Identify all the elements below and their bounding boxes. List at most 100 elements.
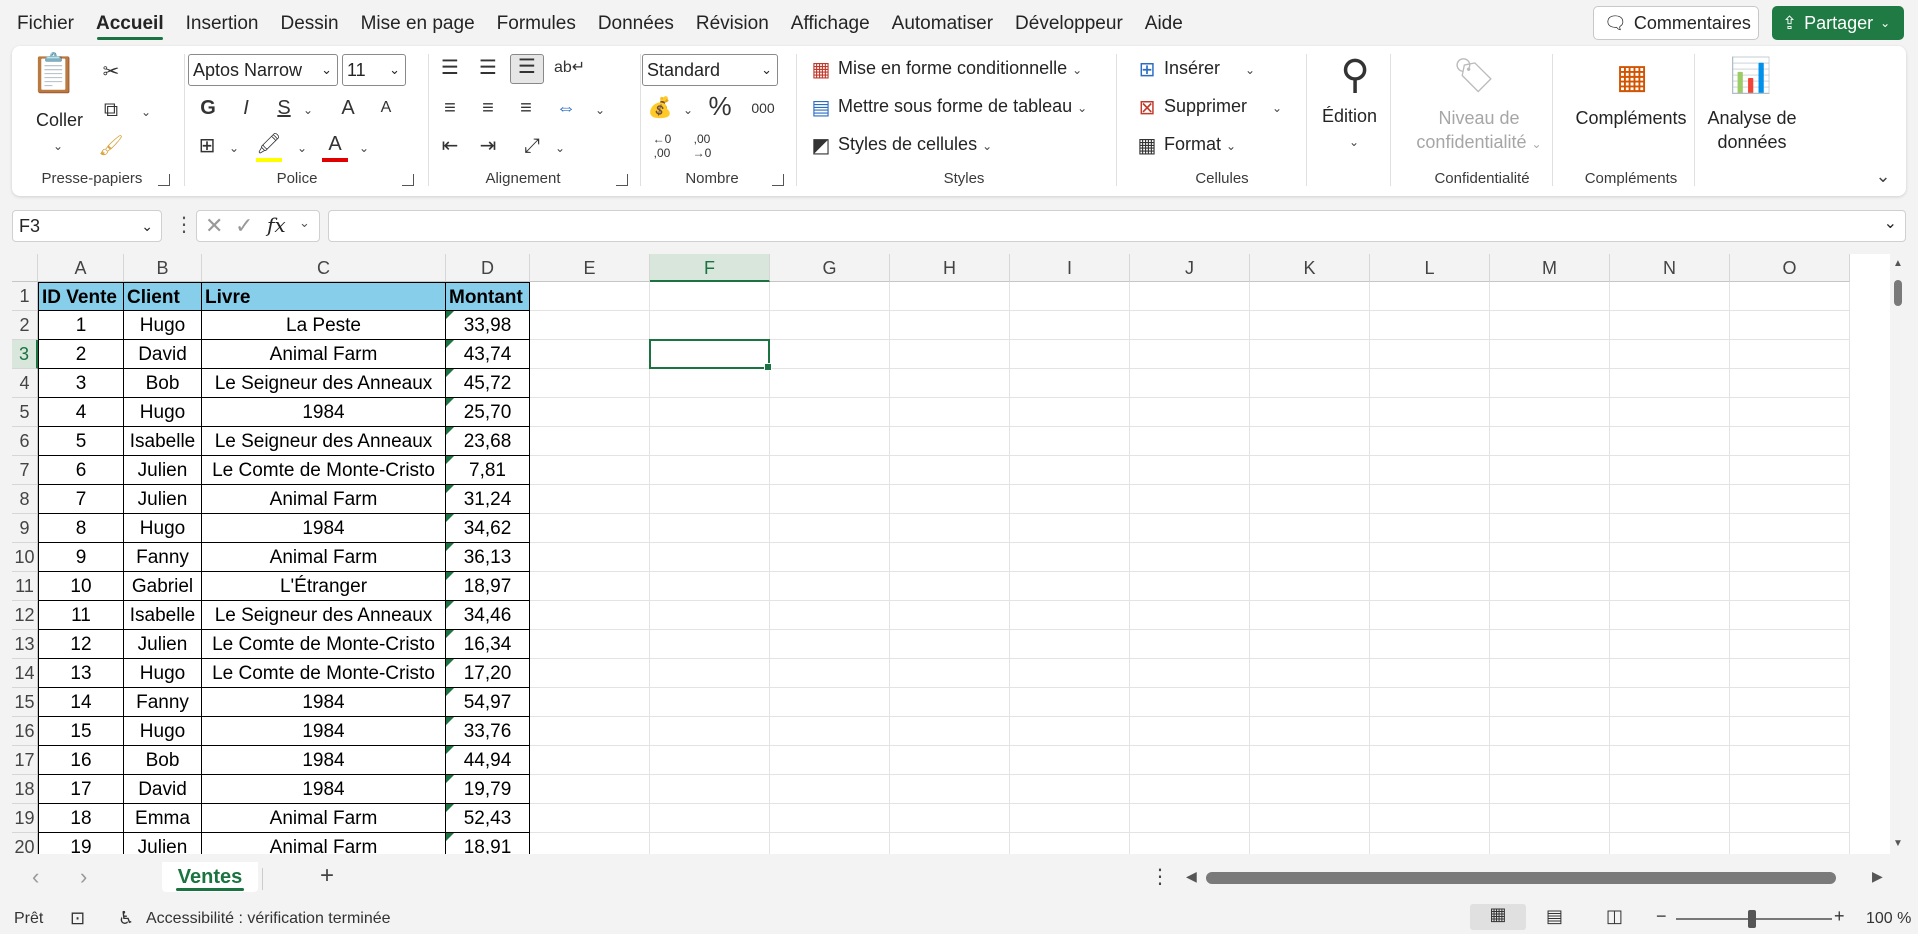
column-header-e[interactable]: E	[530, 254, 650, 282]
menu-item-formules[interactable]: Formules	[486, 0, 587, 46]
error-indicator-icon[interactable]	[446, 456, 454, 464]
error-indicator-icon[interactable]	[446, 688, 454, 696]
table-cell[interactable]: Hugo	[124, 514, 202, 543]
column-header-b[interactable]: B	[124, 254, 202, 282]
table-cell[interactable]: 17	[38, 775, 124, 804]
merge-cells-icon[interactable]: ⇔	[552, 96, 580, 120]
table-cell[interactable]: Bob	[124, 746, 202, 775]
accessibility-status[interactable]: Accessibilité : vérification terminée	[146, 910, 391, 928]
row-header-18[interactable]: 18	[12, 775, 38, 804]
italic-button[interactable]: I	[234, 96, 258, 120]
table-cell[interactable]: David	[124, 775, 202, 804]
table-header-cell[interactable]: Client	[124, 282, 202, 311]
table-cell[interactable]: Isabelle	[124, 601, 202, 630]
row-header-19[interactable]: 19	[12, 804, 38, 833]
zoom-out-icon[interactable]: −	[1656, 906, 1667, 927]
row-header-6[interactable]: 6	[12, 427, 38, 456]
font-name-select[interactable]: Aptos Narrow ⌄	[188, 54, 338, 86]
row-header-10[interactable]: 10	[12, 543, 38, 572]
column-header-d[interactable]: D	[446, 254, 530, 282]
align-top-icon[interactable]: ☰	[436, 56, 464, 80]
table-cell[interactable]: 23,68	[446, 427, 530, 456]
table-cell[interactable]: Animal Farm	[202, 804, 446, 833]
table-cell[interactable]: 1984	[202, 717, 446, 746]
prev-sheet-icon[interactable]: ‹	[32, 864, 39, 890]
comments-button[interactable]: 🗨 Commentaires	[1593, 6, 1759, 40]
analyze-data-button-line1[interactable]: Analyse de	[1702, 108, 1802, 129]
column-header-c[interactable]: C	[202, 254, 446, 282]
table-cell[interactable]: Hugo	[124, 398, 202, 427]
menu-item-données[interactable]: Données	[587, 0, 685, 46]
font-size-select[interactable]: 11 ⌄	[342, 54, 406, 86]
analyze-data-icon[interactable]: 📊	[1728, 54, 1774, 98]
more-options-icon[interactable]: ⋮	[174, 212, 194, 237]
zoom-level[interactable]: 100 %	[1866, 910, 1911, 928]
table-cell[interactable]: 52,43	[446, 804, 530, 833]
dialog-launcher-icon[interactable]	[402, 174, 414, 186]
row-header-17[interactable]: 17	[12, 746, 38, 775]
row-header-13[interactable]: 13	[12, 630, 38, 659]
table-cell[interactable]: 34,62	[446, 514, 530, 543]
worksheet-grid[interactable]: A B C D E F G H I J K L M N O 1 2 3 4 5 6 7 8 9 10 11 12 13 14 15 16 17…	[12, 254, 1890, 854]
table-cell[interactable]: Julien	[124, 630, 202, 659]
chevron-down-icon[interactable]: ⌄	[228, 136, 240, 160]
wrap-text-icon[interactable]: ab↵	[554, 56, 585, 80]
fill-color-icon[interactable]: 🖍	[256, 132, 282, 162]
column-header-f[interactable]: F	[650, 254, 770, 282]
error-indicator-icon[interactable]	[446, 427, 454, 435]
table-header-cell[interactable]: Montant	[446, 282, 530, 311]
delete-cells-icon[interactable]: ⊠	[1134, 96, 1160, 120]
table-cell[interactable]: 5	[38, 427, 124, 456]
confirm-icon[interactable]: ✓	[235, 213, 253, 239]
row-header-1[interactable]: 1	[12, 282, 38, 311]
percent-button[interactable]: %	[706, 93, 734, 119]
table-cell[interactable]: 19,79	[446, 775, 530, 804]
column-header-o[interactable]: O	[1730, 254, 1850, 282]
analyze-data-button-line2[interactable]: données	[1702, 132, 1802, 153]
table-cell[interactable]: 45,72	[446, 369, 530, 398]
table-cell[interactable]: Le Comte de Monte-Cristo	[202, 630, 446, 659]
chevron-down-icon[interactable]: ⌄	[296, 136, 308, 160]
delete-button[interactable]: Supprimer ⌄	[1164, 96, 1282, 117]
table-cell[interactable]: Animal Farm	[202, 543, 446, 572]
row-header-16[interactable]: 16	[12, 717, 38, 746]
table-cell[interactable]: 11	[38, 601, 124, 630]
dialog-launcher-icon[interactable]	[616, 174, 628, 186]
table-cell[interactable]: Hugo	[124, 311, 202, 340]
table-cell[interactable]: 25,70	[446, 398, 530, 427]
format-as-table-button[interactable]: Mettre sous forme de tableau ⌄	[838, 96, 1087, 117]
error-indicator-icon[interactable]	[446, 340, 454, 348]
table-cell[interactable]: 16	[38, 746, 124, 775]
table-cell[interactable]: 16,34	[446, 630, 530, 659]
column-header-h[interactable]: H	[890, 254, 1010, 282]
table-cell[interactable]: Hugo	[124, 659, 202, 688]
row-header-12[interactable]: 12	[12, 601, 38, 630]
paste-button[interactable]: Coller	[36, 110, 83, 131]
sheet-tab-ventes[interactable]: Ventes	[162, 862, 258, 892]
insert-function-icon[interactable]: fx	[267, 213, 286, 237]
table-cell[interactable]: 7	[38, 485, 124, 514]
table-cell[interactable]: Emma	[124, 804, 202, 833]
menu-item-mise-en-page[interactable]: Mise en page	[350, 0, 486, 46]
align-middle-icon[interactable]: ☰	[474, 56, 502, 80]
page-layout-icon[interactable]: ▤	[1546, 906, 1563, 927]
table-cell[interactable]: Le Comte de Monte-Cristo	[202, 456, 446, 485]
chevron-down-icon[interactable]: ⌄	[682, 98, 694, 122]
column-header-g[interactable]: G	[770, 254, 890, 282]
error-indicator-icon[interactable]	[446, 485, 454, 493]
table-cell[interactable]: 44,94	[446, 746, 530, 775]
increase-indent-icon[interactable]: ⇥	[474, 134, 502, 158]
table-cell[interactable]: 43,74	[446, 340, 530, 369]
error-indicator-icon[interactable]	[446, 717, 454, 725]
table-cell[interactable]: 18,91	[446, 833, 530, 854]
ribbon-expand-icon[interactable]: ⌄	[1874, 164, 1892, 188]
table-cell[interactable]: 1984	[202, 688, 446, 717]
table-cell[interactable]: 33,98	[446, 311, 530, 340]
table-cell[interactable]: Fanny	[124, 543, 202, 572]
table-cell[interactable]: 4	[38, 398, 124, 427]
chevron-down-icon[interactable]: ⌄	[1884, 213, 1897, 233]
table-cell[interactable]: Isabelle	[124, 427, 202, 456]
cancel-icon[interactable]: ✕	[205, 213, 223, 239]
table-cell[interactable]: Hugo	[124, 717, 202, 746]
accessibility-icon[interactable]: ♿	[118, 908, 134, 929]
